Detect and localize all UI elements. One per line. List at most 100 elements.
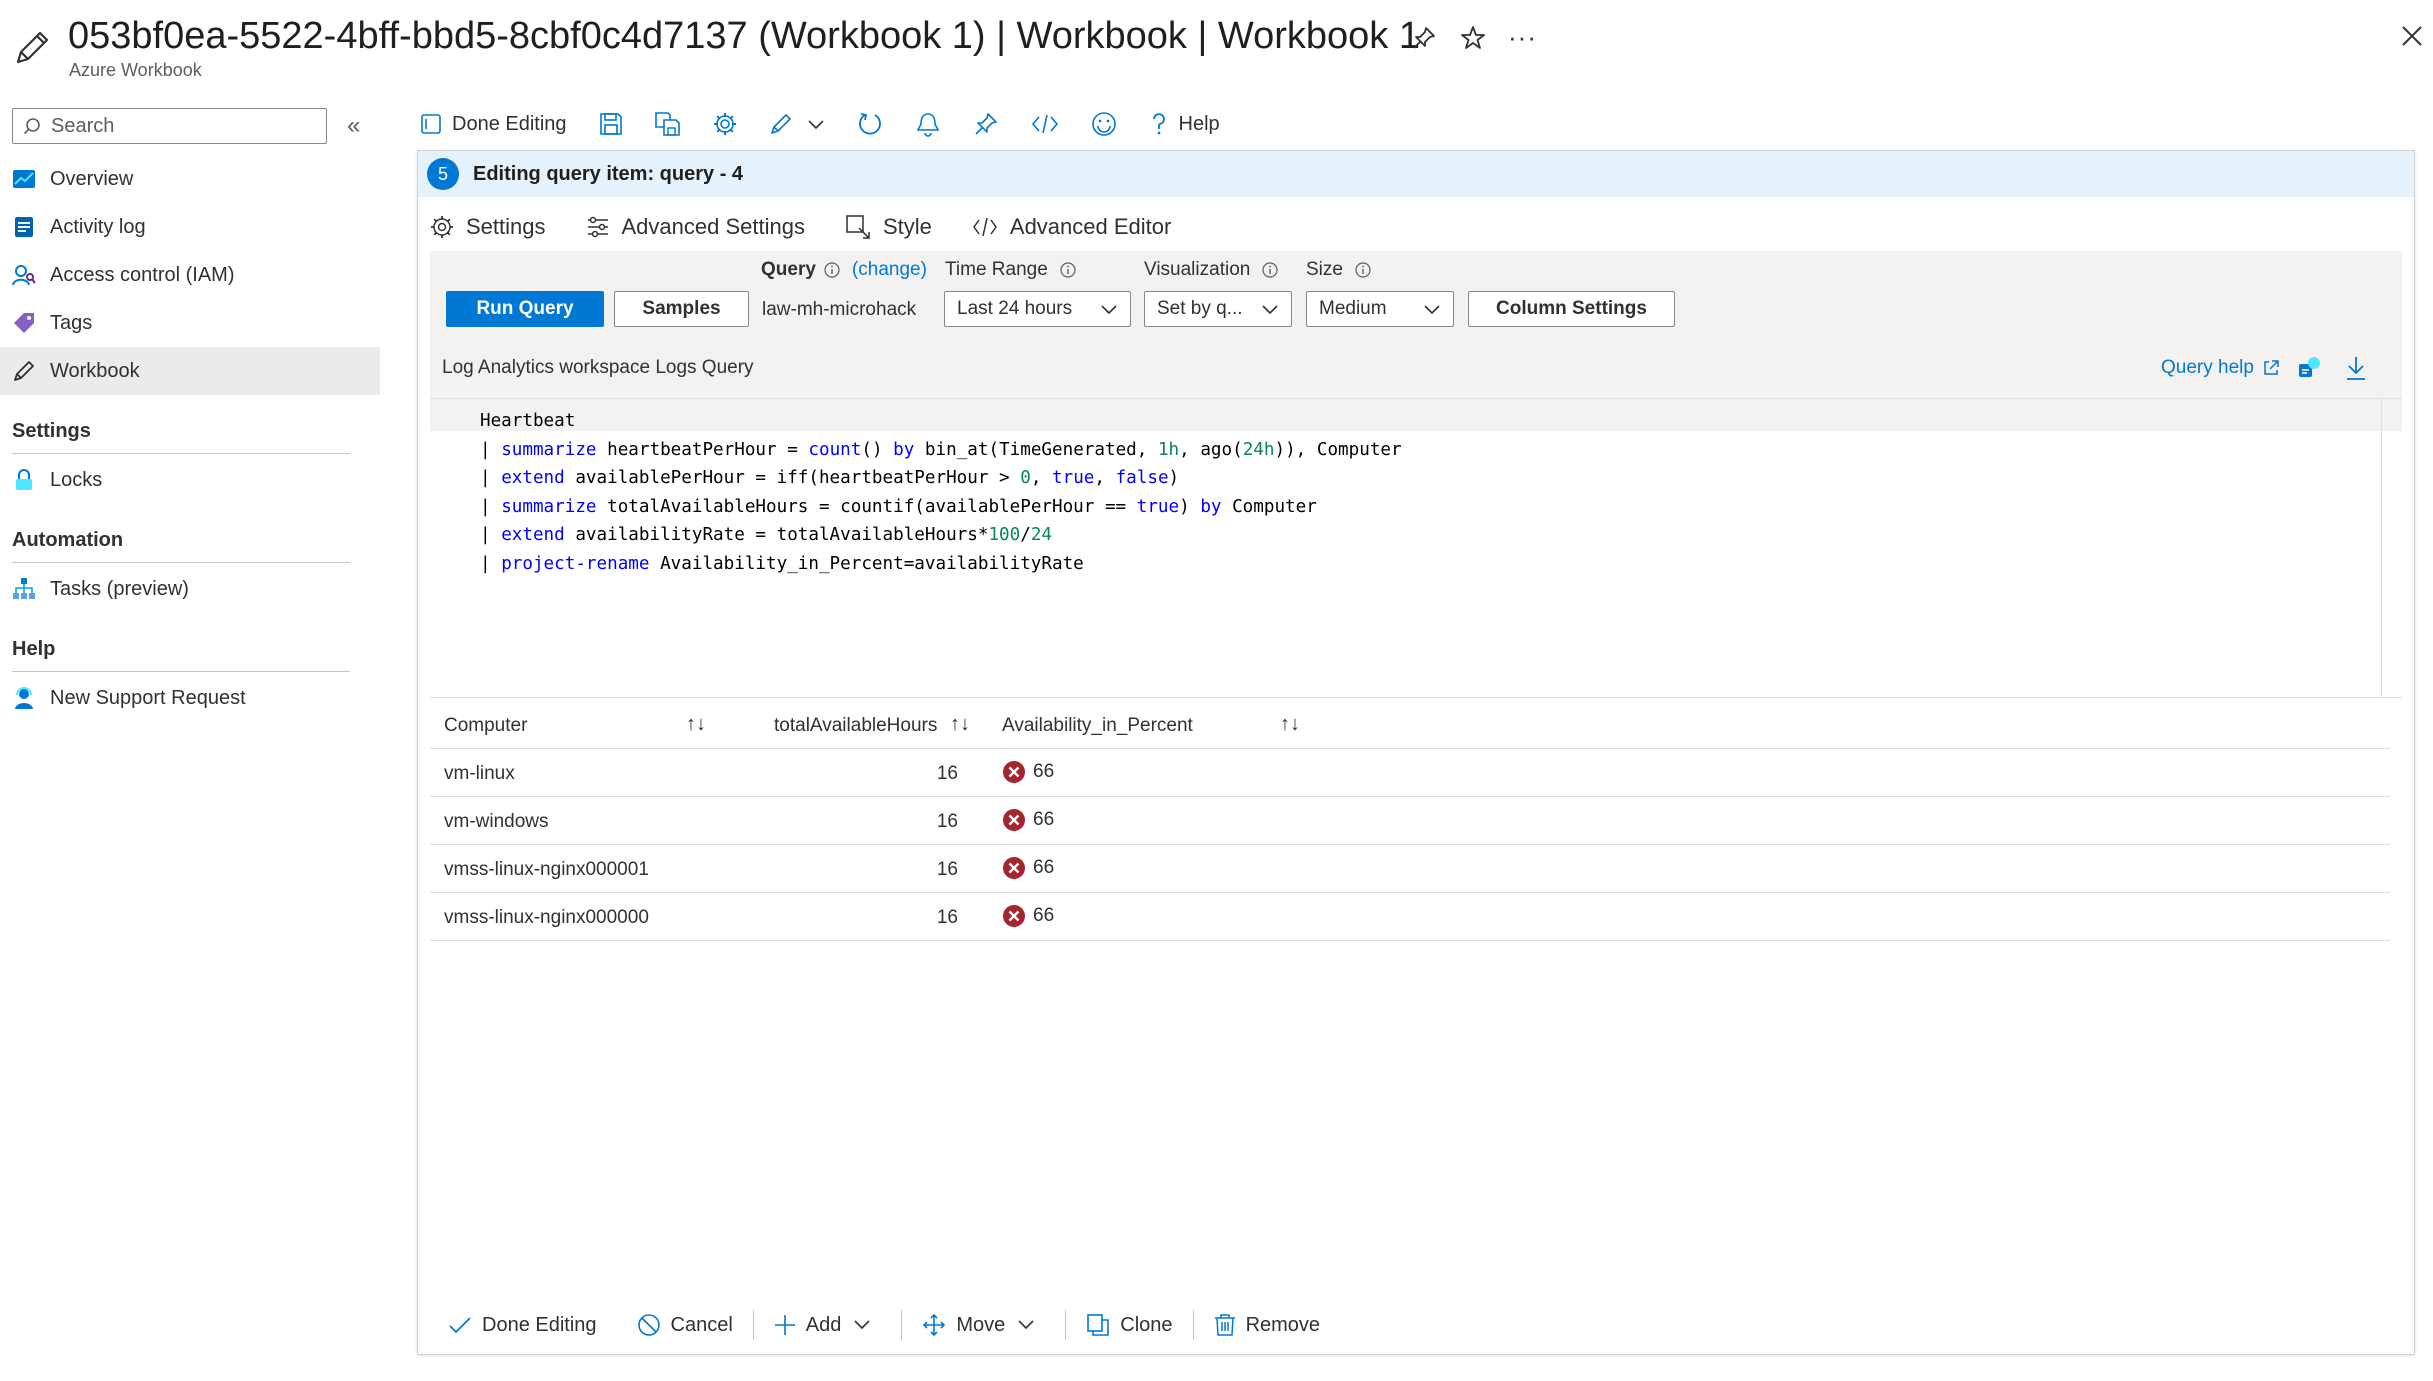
- editor-scrollbar[interactable]: [2381, 399, 2382, 697]
- table-row[interactable]: vm-windows 16 66: [430, 797, 2390, 845]
- chevron-down-icon: [1423, 302, 1441, 318]
- sort-icon[interactable]: ↑↓: [1280, 713, 1300, 736]
- code-token: availablePerHour = iff(heartbeatPerHour …: [564, 468, 1021, 488]
- table-row[interactable]: vmss-linux-nginx000000 16 66: [430, 893, 2390, 941]
- save-button[interactable]: [599, 112, 623, 136]
- pin-icon[interactable]: [1411, 25, 1437, 51]
- table-row[interactable]: vmss-linux-nginx000001 16 66: [430, 845, 2390, 893]
- collapse-sidebar-icon[interactable]: «: [347, 112, 360, 140]
- visualization-label: Visualization: [1144, 259, 1251, 280]
- code-token: availabilityRate = totalAvailableHours*: [564, 525, 989, 545]
- iam-icon: [12, 263, 36, 287]
- step-badge: 5: [427, 158, 459, 190]
- move-button[interactable]: Move: [902, 1307, 1065, 1343]
- divider: [12, 453, 350, 454]
- sidebar-item-tasks[interactable]: Tasks (preview): [0, 565, 380, 613]
- sort-icon[interactable]: ↑↓: [950, 713, 970, 736]
- info-icon[interactable]: [1262, 262, 1278, 278]
- alerts-button[interactable]: [915, 111, 941, 137]
- bottom-command-bar: Done Editing Cancel Add Move Clone Remov…: [418, 1295, 2414, 1355]
- code-line: | summarize heartbeatPerHour = count() b…: [480, 436, 1402, 464]
- query-help-link[interactable]: Query help: [2161, 357, 2280, 379]
- lock-icon: [12, 468, 36, 492]
- divider: [12, 562, 350, 563]
- run-query-button[interactable]: Run Query: [446, 291, 604, 327]
- tab-style[interactable]: Style: [845, 206, 932, 248]
- code-token: |: [480, 468, 502, 488]
- edit-button[interactable]: [769, 112, 793, 136]
- save-as-button[interactable]: [654, 112, 681, 136]
- editor-panel: 5 Editing query item: query - 4 Settings…: [417, 150, 2415, 1355]
- sort-icon[interactable]: ↑↓: [686, 713, 706, 736]
- add-label: Add: [805, 1313, 842, 1336]
- done-editing-button[interactable]: Done Editing: [420, 113, 567, 136]
- search-placeholder: Search: [51, 114, 115, 137]
- section-help: Help: [12, 638, 56, 660]
- cancel-button[interactable]: Cancel: [617, 1307, 753, 1343]
- tab-settings[interactable]: Settings: [430, 206, 546, 254]
- add-button[interactable]: Add: [754, 1307, 902, 1343]
- code-token: Computer: [1221, 497, 1317, 517]
- code-token: false: [1115, 468, 1169, 488]
- info-icon[interactable]: [1355, 262, 1371, 278]
- code-token: 1h: [1157, 440, 1180, 460]
- availability-value: 66: [1033, 905, 1055, 926]
- star-icon[interactable]: [1460, 25, 1486, 51]
- help-button[interactable]: Help: [1149, 112, 1220, 136]
- edit-header: 5 Editing query item: query - 4: [418, 151, 2414, 197]
- code-line: | summarize totalAvailableHours = counti…: [480, 493, 1317, 521]
- error-icon: [1003, 905, 1025, 927]
- tab-label: Style: [882, 214, 932, 239]
- column-header-total-available-hours[interactable]: totalAvailableHours: [774, 715, 937, 737]
- time-range-dropdown[interactable]: Last 24 hours: [944, 291, 1131, 327]
- query-label-group: Query (change): [761, 259, 927, 281]
- remove-button[interactable]: Remove: [1194, 1307, 1340, 1343]
- query-code-editor[interactable]: Heartbeat | summarize heartbeatPerHour =…: [430, 398, 2402, 698]
- tab-advanced-editor[interactable]: Advanced Editor: [972, 206, 1171, 248]
- table-row[interactable]: vm-linux 16 66: [430, 749, 2390, 797]
- download-icon[interactable]: [2344, 355, 2368, 381]
- close-icon[interactable]: [2400, 24, 2424, 48]
- column-header-availability[interactable]: Availability_in_Percent: [1002, 715, 1193, 737]
- samples-button[interactable]: Samples: [614, 291, 749, 327]
- code-token: count: [808, 440, 862, 460]
- tab-advanced-settings[interactable]: Advanced Settings: [586, 206, 805, 248]
- done-editing-button[interactable]: Done Editing: [428, 1307, 617, 1343]
- search-input[interactable]: Search: [12, 108, 327, 144]
- edit-dropdown-button[interactable]: [807, 115, 825, 133]
- sidebar-item-overview[interactable]: Overview: [0, 155, 380, 203]
- feedback-button[interactable]: [1091, 111, 1117, 137]
- cell-computer: vm-windows: [444, 811, 549, 832]
- code-token: ): [1168, 468, 1180, 488]
- pin-button[interactable]: [973, 111, 999, 137]
- column-header-computer[interactable]: Computer: [444, 715, 527, 737]
- column-settings-button[interactable]: Column Settings: [1468, 291, 1675, 327]
- tag-icon: [12, 311, 36, 335]
- refresh-button[interactable]: [857, 111, 883, 137]
- settings-button[interactable]: [713, 112, 737, 136]
- sidebar-item-label: Tags: [50, 311, 93, 334]
- sidebar-item-tags[interactable]: Tags: [0, 299, 380, 347]
- info-icon[interactable]: [1060, 262, 1076, 278]
- query-samples-icon[interactable]: [2296, 355, 2322, 381]
- page-subtitle: Azure Workbook: [69, 60, 202, 80]
- clone-button[interactable]: Clone: [1066, 1307, 1192, 1343]
- search-icon: [23, 117, 41, 135]
- sidebar-item-activity-log[interactable]: Activity log: [0, 203, 380, 251]
- change-workspace-link[interactable]: (change): [852, 259, 927, 281]
- sidebar-item-new-support-request[interactable]: New Support Request: [0, 674, 380, 722]
- query-label: Query: [761, 259, 816, 280]
- sidebar-item-access-control[interactable]: Access control (IAM): [0, 251, 380, 299]
- code-icon: [972, 216, 1010, 238]
- visualization-dropdown[interactable]: Set by q...: [1144, 291, 1292, 327]
- more-options-icon[interactable]: ···: [1508, 22, 1537, 53]
- info-icon[interactable]: [824, 262, 840, 278]
- sidebar-item-locks[interactable]: Locks: [0, 456, 380, 504]
- code-button[interactable]: [1031, 112, 1059, 136]
- pencil-icon: [12, 359, 36, 383]
- code-token: project-rename: [501, 554, 650, 574]
- sidebar-item-workbook[interactable]: Workbook: [0, 347, 380, 395]
- size-dropdown[interactable]: Medium: [1306, 291, 1454, 327]
- size-value: Medium: [1319, 298, 1387, 319]
- visualization-value: Set by q...: [1157, 298, 1243, 319]
